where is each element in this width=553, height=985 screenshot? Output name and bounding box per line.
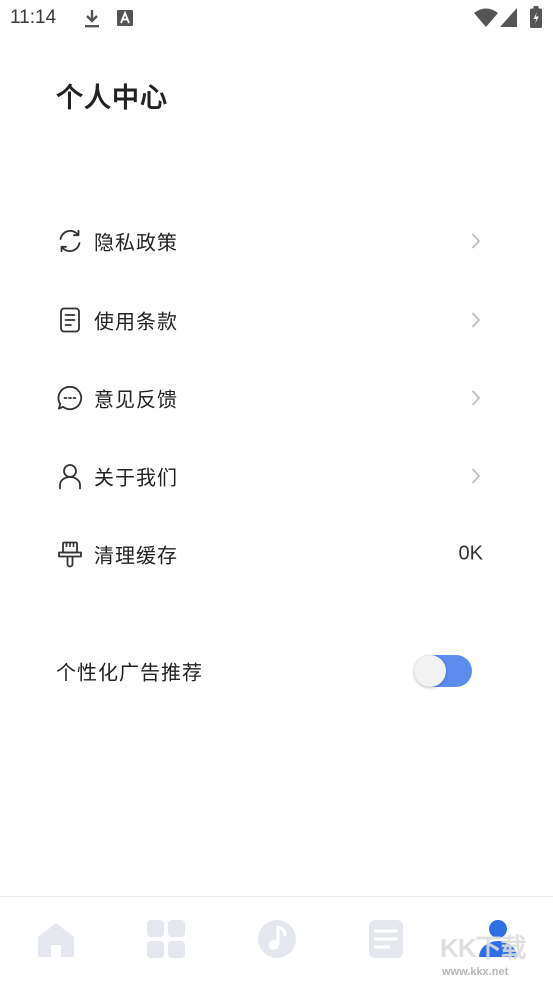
watermark-logo: KK下载 www.kkx.net	[436, 926, 548, 982]
menu-item-terms-of-use[interactable]: 使用条款	[0, 285, 553, 355]
menu-item-about-us[interactable]: 关于我们	[0, 441, 553, 511]
page-title: 个人中心	[56, 83, 168, 114]
nav-list-icon[interactable]	[365, 917, 409, 961]
watermark-text: KK下载	[440, 933, 527, 963]
chat-bubble-icon	[57, 385, 83, 411]
ad-recommendation-row: 个性化广告推荐	[0, 636, 553, 706]
nav-grid-icon[interactable]	[144, 917, 188, 961]
toggle-thumb	[414, 655, 446, 687]
battery-charging-icon	[530, 6, 542, 28]
status-time: 11:14	[10, 7, 57, 28]
download-icon	[85, 10, 99, 28]
signal-icon	[500, 8, 517, 27]
refresh-icon	[59, 229, 81, 253]
menu-label-feedback: 意见反馈	[94, 387, 178, 412]
menu-item-feedback[interactable]: 意见反馈	[0, 363, 553, 433]
person-icon	[59, 464, 81, 490]
menu-item-privacy-policy[interactable]: 隐私政策	[0, 206, 553, 276]
brush-icon	[58, 541, 82, 568]
menu-item-clear-cache[interactable]: 清理缓存 0K	[0, 519, 553, 589]
chevron-right-icon	[472, 390, 480, 406]
a-notification-icon	[117, 10, 133, 26]
menu-label-about-us: 关于我们	[94, 465, 178, 490]
ad-recommendation-label: 个性化广告推荐	[56, 660, 203, 685]
cache-size-value: 0K	[458, 542, 483, 565]
menu-label-privacy-policy: 隐私政策	[94, 230, 178, 255]
wifi-icon	[474, 8, 498, 27]
status-bar: 11:14	[0, 0, 553, 38]
ad-recommendation-toggle[interactable]	[414, 655, 472, 687]
document-icon	[60, 307, 80, 333]
menu-label-clear-cache: 清理缓存	[94, 543, 178, 568]
menu-label-terms-of-use: 使用条款	[94, 309, 178, 334]
chevron-right-icon	[472, 233, 480, 249]
watermark-url: www.kkx.net	[442, 966, 509, 978]
chevron-right-icon	[472, 312, 480, 328]
nav-home-icon[interactable]	[34, 917, 78, 961]
chevron-right-icon	[472, 468, 480, 484]
nav-music-icon[interactable]	[255, 917, 299, 961]
